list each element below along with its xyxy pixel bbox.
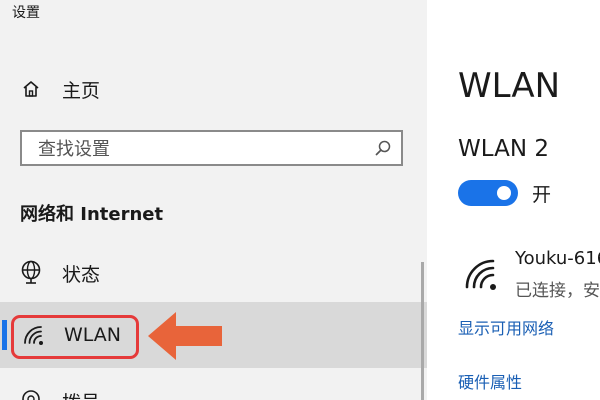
adapter-name: WLAN 2 [458, 136, 549, 162]
sidebar-item-label: 状态 [62, 264, 101, 286]
search-box[interactable] [20, 130, 403, 166]
search-input[interactable] [36, 136, 370, 162]
wifi-icon [22, 324, 48, 346]
sidebar-item-home[interactable]: 主页 [0, 70, 420, 106]
home-icon [21, 79, 41, 99]
sidebar-scrollbar[interactable] [421, 262, 424, 400]
sidebar: 设置 主页 网络和 Internet [0, 0, 427, 400]
page-title: WLAN [458, 66, 561, 106]
toggle-knob [497, 186, 511, 200]
selection-indicator [2, 320, 7, 350]
annotation-arrow-icon [146, 308, 226, 364]
sidebar-item-dialup[interactable]: 拨号 [0, 380, 420, 400]
sidebar-item-label: 拨号 [62, 388, 100, 400]
sidebar-item-label: 主页 [62, 80, 101, 102]
hardware-properties-link[interactable]: 硬件属性 [458, 369, 522, 393]
wlan-toggle[interactable] [458, 180, 518, 206]
dialup-icon [20, 388, 42, 400]
wifi-signal-icon [463, 257, 499, 291]
sidebar-item-status[interactable]: 状态 [0, 255, 420, 291]
toggle-label: 开 [532, 184, 552, 206]
network-name[interactable]: Youku-616 [515, 248, 600, 269]
search-icon[interactable] [374, 139, 392, 157]
main-content: WLAN WLAN 2 开 Youku-616 已连接，安全 显示可用网络 硬件… [427, 0, 600, 400]
show-networks-link[interactable]: 显示可用网络 [458, 315, 554, 339]
section-header: 网络和 Internet [20, 204, 164, 225]
sidebar-item-label: WLAN [64, 324, 122, 346]
network-status: 已连接，安全 [515, 281, 600, 301]
globe-icon [19, 259, 43, 285]
app-title: 设置 [12, 5, 40, 21]
